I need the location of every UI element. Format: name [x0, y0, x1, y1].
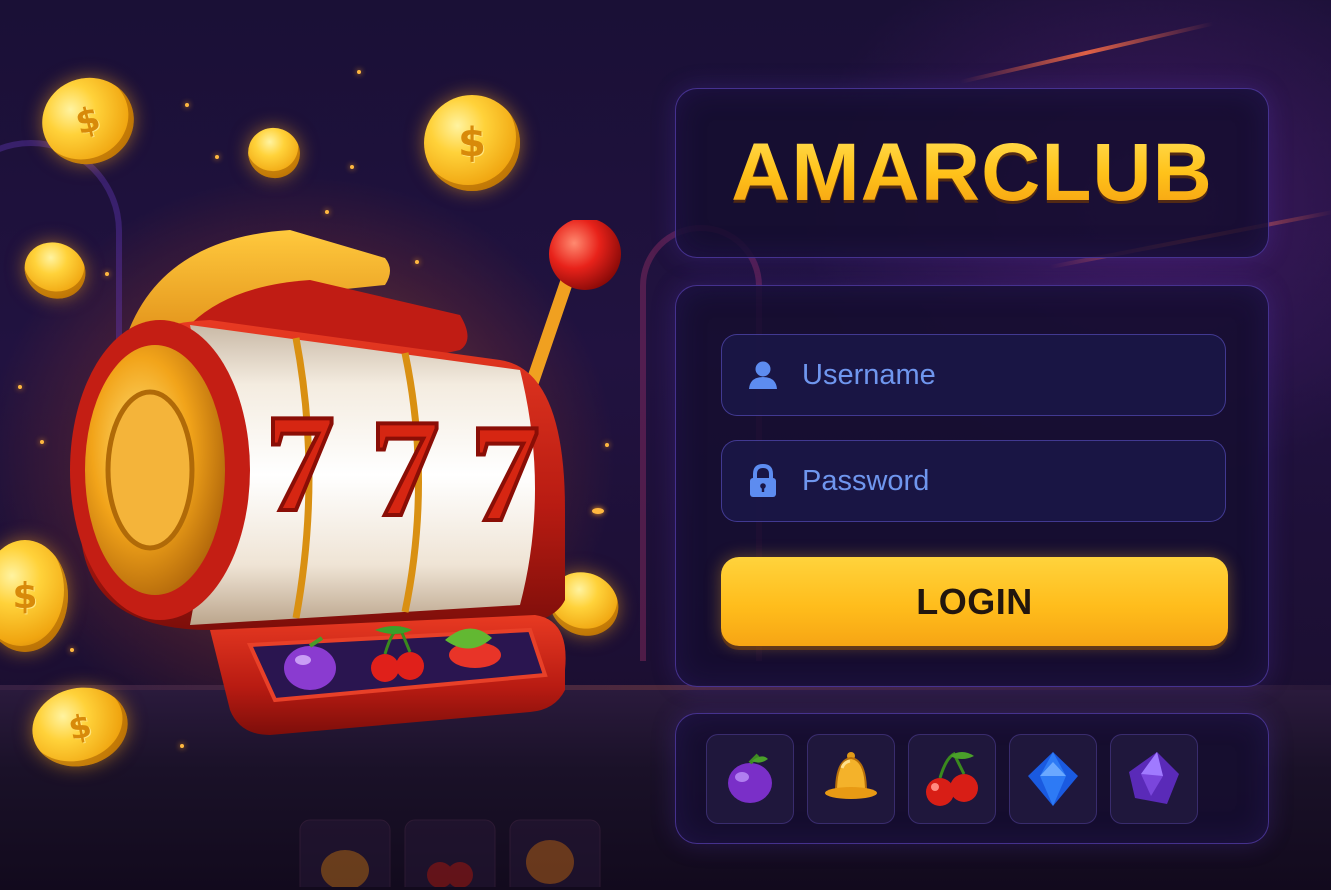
username-input[interactable]	[800, 357, 1184, 393]
symbols-panel	[675, 713, 1269, 844]
blue-gem-icon	[1028, 751, 1078, 806]
symbol-tile-blue-gem	[1009, 733, 1097, 824]
password-field[interactable]	[721, 440, 1226, 522]
lock-icon	[746, 464, 780, 498]
slot-machine-illustration: 7 7 7	[70, 218, 621, 735]
cherries-icon	[371, 654, 399, 682]
sparkle	[185, 103, 189, 107]
sparkle	[325, 210, 329, 214]
slot-machine: 7 7 7	[60, 218, 640, 740]
symbol-tile-bell	[807, 733, 895, 824]
sparkle	[357, 70, 361, 74]
plum-icon	[728, 753, 772, 803]
login-button[interactable]: LOGIN	[721, 557, 1228, 646]
bell-icon	[825, 751, 877, 799]
purple-gem-icon	[1129, 751, 1179, 804]
gold-coin	[241, 120, 307, 186]
password-input[interactable]	[800, 463, 1184, 499]
background-fruit-row	[299, 819, 601, 887]
brand-panel: AMARCLUB	[675, 88, 1269, 258]
reel-seven-1: 7	[265, 386, 335, 541]
gold-coin: $	[424, 95, 520, 191]
reel-seven-2: 7	[370, 391, 440, 546]
lever-arm	[521, 265, 577, 402]
login-form: LOGIN	[675, 285, 1269, 687]
sparkle	[350, 165, 354, 169]
sparkle	[18, 385, 22, 389]
gold-coin: $	[0, 540, 68, 652]
sparkle	[40, 440, 44, 444]
symbol-tile-purple-gem	[1110, 733, 1198, 824]
lever-knob	[549, 218, 621, 290]
sparkle	[180, 744, 184, 748]
user-icon	[746, 358, 780, 392]
cherries-icon	[926, 751, 978, 806]
symbol-tile-cherries	[908, 733, 996, 824]
brand-logo-title: AMARCLUB	[731, 127, 1213, 218]
username-field[interactable]	[721, 334, 1226, 416]
plum-icon	[284, 646, 336, 690]
sparkle	[215, 155, 219, 159]
reel-seven-3: 7	[470, 396, 540, 551]
neon-streak	[959, 21, 1214, 84]
symbol-tile-plum	[706, 733, 794, 824]
